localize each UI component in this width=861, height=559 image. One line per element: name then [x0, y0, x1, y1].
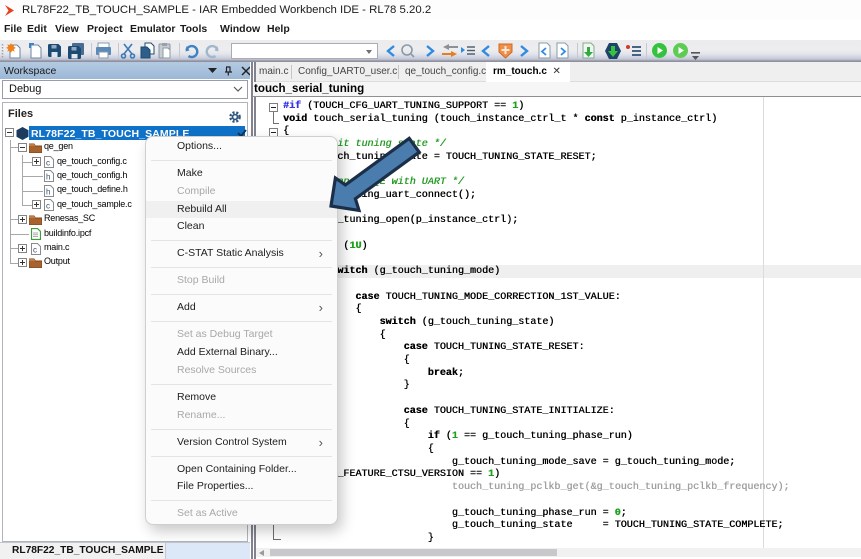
svg-text:c: c — [33, 246, 37, 255]
svg-text:c: c — [46, 159, 50, 168]
svg-text:h: h — [46, 173, 50, 182]
svg-text:h: h — [46, 188, 50, 197]
svg-text:c: c — [46, 202, 50, 211]
